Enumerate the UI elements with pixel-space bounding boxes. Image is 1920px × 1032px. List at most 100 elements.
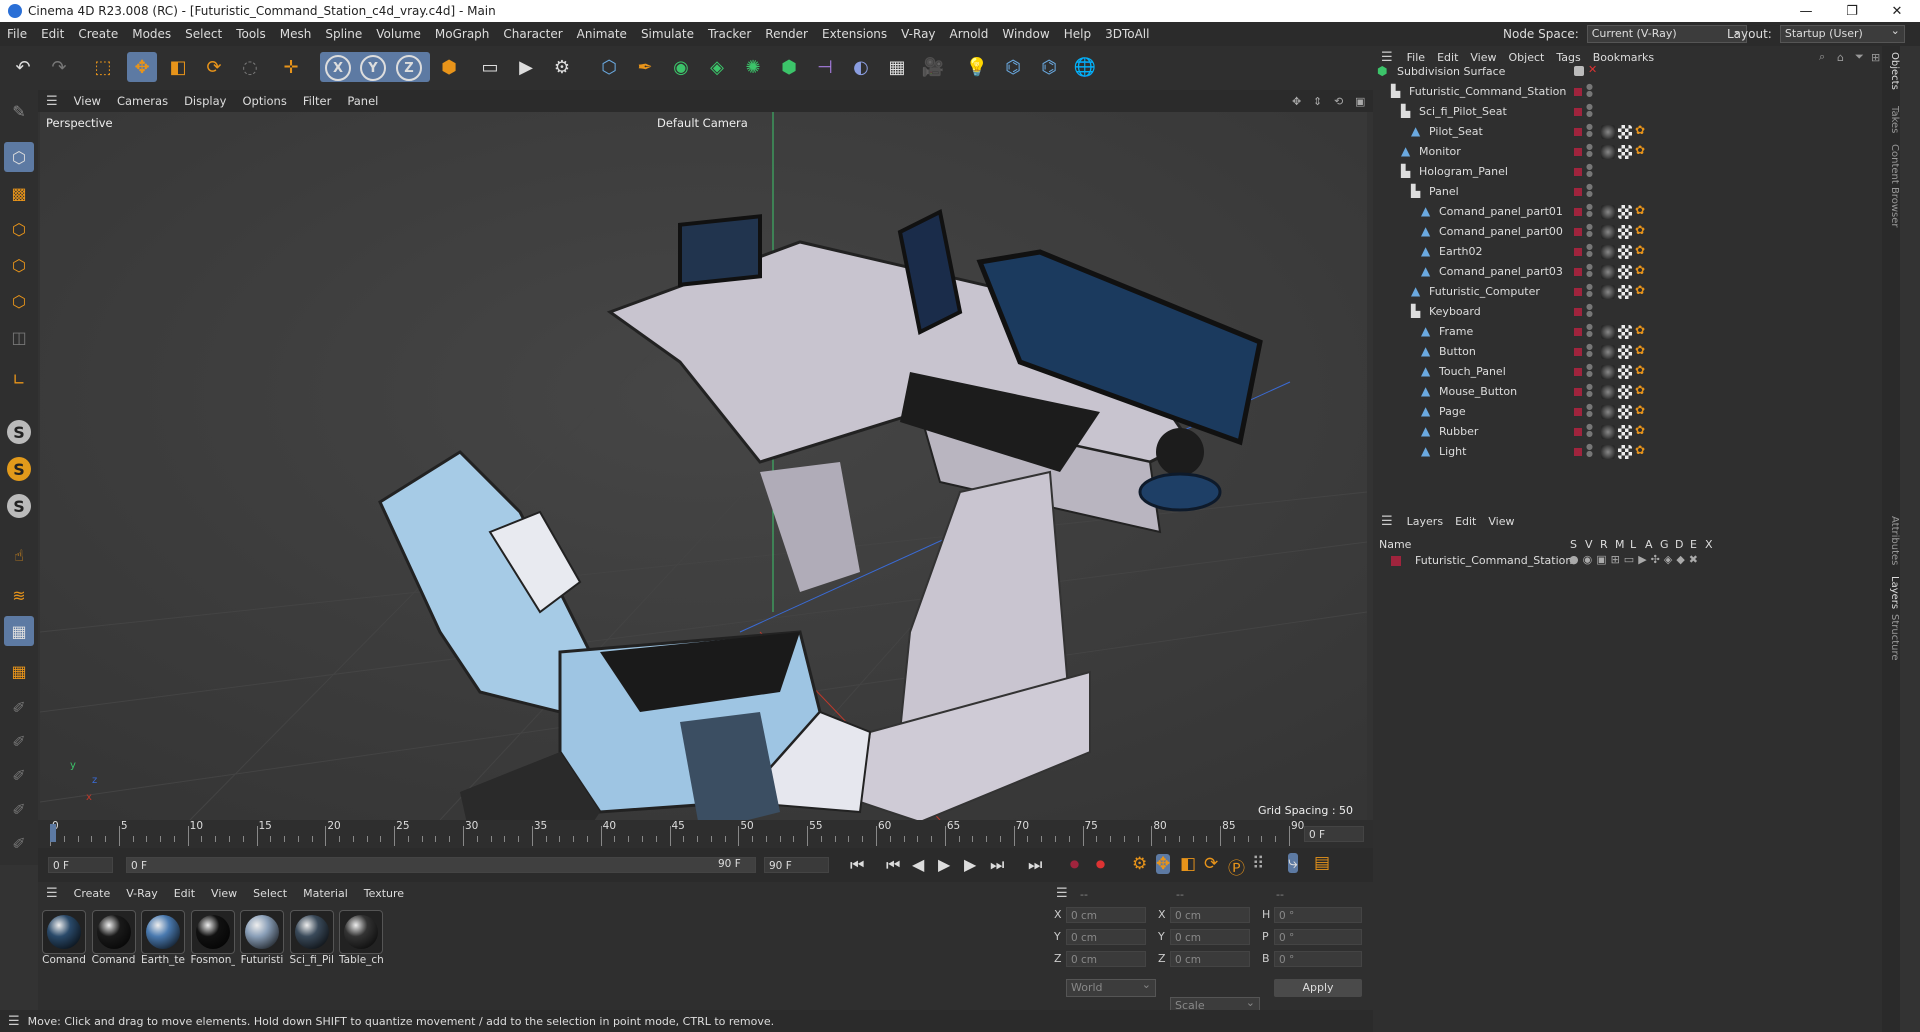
material-swatch[interactable]: Earth_te	[141, 910, 185, 966]
object-row[interactable]: ▲ Comand_panel_part00 ● ● ✿	[1373, 222, 1883, 242]
visibility-dots-icon[interactable]: ● ●	[1586, 83, 1593, 98]
visibility-dots-icon[interactable]: ● ●	[1586, 223, 1593, 238]
smooth-icon[interactable]: ✐	[4, 794, 34, 824]
material-hamburger-icon[interactable]: ☰	[38, 886, 66, 901]
pos-z-field[interactable]: 0 cm	[1066, 951, 1146, 967]
snap-settings-icon[interactable]: S	[7, 457, 31, 481]
visibility-dots-icon[interactable]: ● ●	[1586, 243, 1593, 258]
layer-color-tag[interactable]	[1574, 348, 1582, 356]
menu-spline[interactable]: Spline	[318, 27, 369, 41]
uvw-tag-icon[interactable]	[1618, 365, 1632, 379]
layer-column-header[interactable]: A	[1645, 538, 1653, 551]
key-rotation-icon[interactable]: ⟳	[1204, 854, 1218, 874]
layer-color-swatch[interactable]	[1391, 556, 1401, 566]
viewport-menu-panel[interactable]: Panel	[339, 94, 386, 108]
size-z-field[interactable]: 0 cm	[1170, 951, 1250, 967]
timeline-window-icon[interactable]: ▤	[1314, 853, 1330, 873]
workplane-align-icon[interactable]: ▦	[4, 656, 34, 686]
material-label[interactable]: Comand	[42, 954, 86, 966]
enable-check-icon[interactable]	[1574, 66, 1584, 76]
menu-tracker[interactable]: Tracker	[701, 27, 758, 41]
render-settings-icon[interactable]: ⚙	[547, 52, 577, 82]
object-name[interactable]: Pilot_Seat	[1429, 125, 1483, 138]
layer-column-header[interactable]: X	[1705, 538, 1713, 551]
vray-tag-icon[interactable]: ✿	[1635, 443, 1645, 457]
uvw-tag-icon[interactable]	[1618, 425, 1632, 439]
object-row[interactable]: ▲ Frame ● ● ✿	[1373, 322, 1883, 342]
timeline-playhead[interactable]	[50, 824, 56, 842]
menu-select[interactable]: Select	[178, 27, 229, 41]
key-pla-icon[interactable]: ⠿	[1252, 854, 1264, 874]
object-name[interactable]: Monitor	[1419, 145, 1461, 158]
uvw-tag-icon[interactable]	[1618, 405, 1632, 419]
vray-tag-icon[interactable]: ✿	[1635, 363, 1645, 377]
coord-system-dropdown[interactable]: World	[1066, 977, 1156, 997]
layer-color-tag[interactable]	[1574, 428, 1582, 436]
menu-mesh[interactable]: Mesh	[273, 27, 319, 41]
viewport-menu-view[interactable]: View	[66, 94, 109, 108]
menu-help[interactable]: Help	[1057, 27, 1098, 41]
layer-menu-layers[interactable]: Layers	[1401, 515, 1449, 528]
tab-layers[interactable]: Layers	[1882, 576, 1900, 609]
viewport-camera-name[interactable]: Default Camera	[657, 116, 748, 130]
object-row[interactable]: ▙ Futuristic_Command_Station ● ●	[1373, 82, 1883, 102]
visibility-dots-icon[interactable]: ● ●	[1586, 123, 1593, 138]
vray-tag-icon[interactable]: ✿	[1635, 343, 1645, 357]
viewport-zoom-icon[interactable]: ⇕	[1313, 95, 1322, 108]
motion-mode-icon[interactable]: ⤷	[1288, 853, 1298, 873]
visibility-dots-icon[interactable]: ● ●	[1586, 143, 1593, 158]
uvw-tag-icon[interactable]	[1618, 325, 1632, 339]
subdivision-surface-icon[interactable]: ◉	[666, 52, 696, 82]
viewport-menu-display[interactable]: Display	[176, 94, 234, 108]
previous-key-icon[interactable]: ⏮	[886, 855, 900, 875]
menu-character[interactable]: Character	[496, 27, 569, 41]
menu-modes[interactable]: Modes	[125, 27, 178, 41]
layer-menu-view[interactable]: View	[1482, 515, 1520, 528]
layer-toggle-icons[interactable]: ●◉▣⊞▭▶✣◈◆✖	[1569, 553, 1702, 566]
material-tag-icon[interactable]	[1601, 345, 1615, 359]
object-name[interactable]: Touch_Panel	[1439, 365, 1506, 378]
viewport-maximize-icon[interactable]: ▣	[1355, 95, 1365, 108]
layer-color-tag[interactable]	[1574, 108, 1582, 116]
pos-y-field[interactable]: 0 cm	[1066, 929, 1146, 945]
frame-range-slider[interactable]: 0 F	[126, 857, 756, 873]
object-name[interactable]: Panel	[1429, 185, 1459, 198]
visibility-dots-icon[interactable]: ● ●	[1586, 263, 1593, 278]
make-editable-icon[interactable]: ✎	[4, 96, 34, 126]
material-menu-select[interactable]: Select	[245, 887, 295, 900]
autokey-icon[interactable]: ⏺	[1096, 854, 1105, 875]
material-tag-icon[interactable]	[1601, 225, 1615, 239]
visibility-dots-icon[interactable]: ● ●	[1586, 323, 1593, 338]
object-name[interactable]: Button	[1439, 345, 1476, 358]
material-menu-texture[interactable]: Texture	[356, 887, 412, 900]
object-name[interactable]: Comand_panel_part03	[1439, 265, 1563, 278]
material-preview[interactable]	[190, 910, 235, 954]
deformer-icon[interactable]: ⊣	[810, 52, 840, 82]
key-position-icon[interactable]: ✥	[1156, 854, 1171, 874]
layer-color-tag[interactable]	[1574, 208, 1582, 216]
material-preview[interactable]	[91, 910, 136, 954]
viewport-hamburger-icon[interactable]: ☰	[38, 94, 66, 109]
visibility-dots-icon[interactable]: ● ●	[1586, 203, 1593, 218]
play-icon[interactable]: ▶	[938, 855, 950, 874]
material-tag-icon[interactable]	[1601, 145, 1615, 159]
object-name[interactable]: Subdivision Surface	[1397, 65, 1505, 78]
cross-icon[interactable]: ✕	[1588, 63, 1597, 76]
uvw-tag-icon[interactable]	[1618, 265, 1632, 279]
keyframe-selection-icon[interactable]: ⚙	[1132, 854, 1147, 874]
object-row[interactable]: ⬢ Subdivision Surface ✕	[1373, 62, 1883, 82]
layer-name[interactable]: Futuristic_Command_Station	[1415, 554, 1572, 567]
model-mode-icon[interactable]: ⬡	[4, 142, 34, 172]
minimize-button[interactable]: —	[1783, 0, 1829, 22]
vray-tag-icon[interactable]: ✿	[1635, 323, 1645, 337]
rotate-tool-icon[interactable]: ⟳	[199, 52, 229, 82]
material-label[interactable]: Futuristi	[240, 954, 284, 966]
material-menu-view[interactable]: View	[203, 887, 245, 900]
object-name[interactable]: Page	[1439, 405, 1466, 418]
layer-row[interactable]: Futuristic_Command_Station ●◉▣⊞▭▶✣◈◆✖	[1373, 552, 1883, 570]
extrude-icon[interactable]: ◈	[702, 52, 732, 82]
menu-arnold[interactable]: Arnold	[943, 27, 996, 41]
menu-tools[interactable]: Tools	[229, 27, 273, 41]
tab-objects[interactable]: Objects	[1882, 52, 1900, 90]
material-menu-material[interactable]: Material	[295, 887, 356, 900]
